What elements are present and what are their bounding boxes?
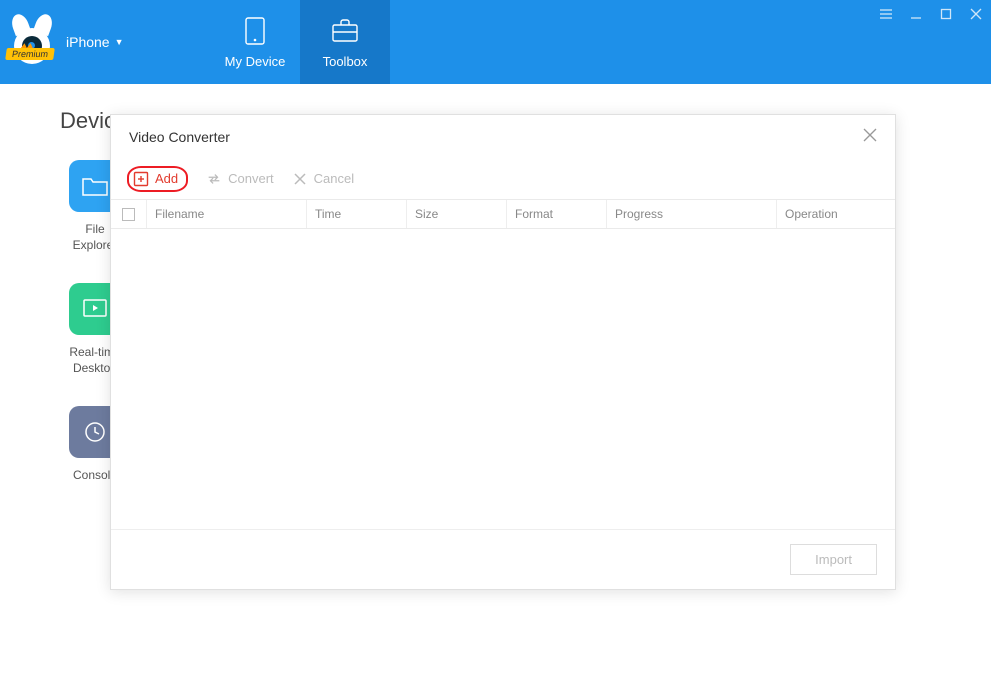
device-selector[interactable]: iPhone ▼ — [66, 34, 124, 50]
close-button[interactable] — [863, 128, 877, 147]
cancel-button[interactable]: Cancel — [292, 171, 354, 187]
col-time[interactable]: Time — [307, 200, 407, 228]
tablet-icon — [240, 16, 270, 46]
tab-label: Toolbox — [323, 54, 368, 69]
select-all-checkbox[interactable] — [122, 208, 135, 221]
cancel-label: Cancel — [314, 171, 354, 186]
briefcase-icon — [330, 16, 360, 46]
menu-icon[interactable] — [877, 8, 895, 20]
modal-toolbar: Add Convert Cancel — [111, 159, 895, 199]
add-label: Add — [155, 171, 178, 186]
plus-icon — [133, 171, 149, 187]
table-body — [111, 229, 895, 529]
modal-title: Video Converter — [129, 129, 230, 145]
tab-my-device[interactable]: My Device — [210, 0, 300, 84]
minimize-icon[interactable] — [907, 8, 925, 20]
device-label: iPhone — [66, 34, 110, 50]
tab-label: My Device — [225, 54, 286, 69]
col-filename[interactable]: Filename — [147, 200, 307, 228]
convert-button[interactable]: Convert — [206, 171, 274, 187]
convert-label: Convert — [228, 171, 274, 186]
close-icon[interactable] — [967, 8, 985, 20]
col-format[interactable]: Format — [507, 200, 607, 228]
chevron-down-icon: ▼ — [115, 37, 124, 47]
maximize-icon[interactable] — [937, 8, 955, 20]
modal-footer: Import — [111, 529, 895, 589]
premium-badge: Premium — [5, 48, 55, 60]
x-icon — [292, 171, 308, 187]
select-all-cell — [111, 200, 147, 228]
col-progress[interactable]: Progress — [607, 200, 777, 228]
app-header: iPhone ▼ Premium My Device Toolb — [0, 0, 991, 84]
nav-tabs: My Device Toolbox — [210, 0, 390, 84]
logo-area: iPhone ▼ Premium — [0, 0, 210, 84]
col-operation[interactable]: Operation — [777, 200, 895, 228]
col-size[interactable]: Size — [407, 200, 507, 228]
import-button[interactable]: Import — [790, 544, 877, 575]
window-controls — [871, 4, 991, 24]
video-converter-modal: Video Converter Add Convert Cancel — [110, 114, 896, 590]
table-header: Filename Time Size Format Progress Opera… — [111, 199, 895, 229]
add-button[interactable]: Add — [127, 166, 188, 192]
convert-icon — [206, 171, 222, 187]
tab-toolbox[interactable]: Toolbox — [300, 0, 390, 84]
modal-header: Video Converter — [111, 115, 895, 159]
